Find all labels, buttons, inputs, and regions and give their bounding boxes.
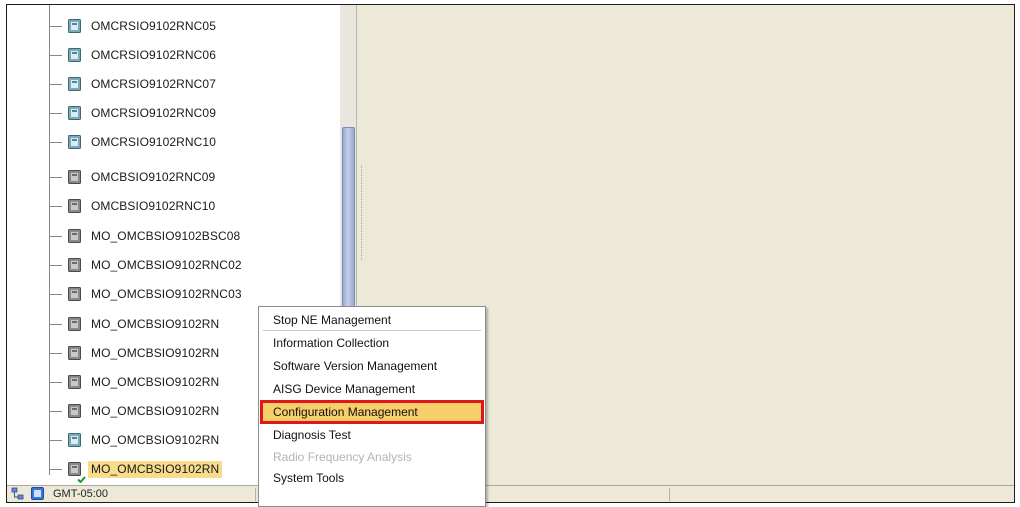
tree-branch-line: [49, 142, 62, 143]
tree-node-row[interactable]: MO_OMCBSIO9102BSC08: [7, 223, 337, 249]
status-separator: [255, 488, 256, 501]
tree-node-label[interactable]: OMCRSIO9102RNC05: [88, 18, 219, 35]
tree-node-row[interactable]: OMCRSIO9102RNC06: [7, 42, 337, 68]
application-window: OMCRSIO9102RNC05 OMCRSIO9102RNC06 OMCRSIO9…: [6, 4, 1015, 503]
menu-separator: [263, 330, 481, 331]
tree-branch-line: [49, 382, 62, 383]
tree-branch-line: [49, 294, 62, 295]
tree-node-label[interactable]: MO_OMCBSIO9102RN: [88, 374, 222, 391]
tree-node-label[interactable]: OMCRSIO9102RNC07: [88, 76, 219, 93]
tree-node-label[interactable]: MO_OMCBSIO9102BSC08: [88, 228, 243, 245]
tree-branch-line: [49, 206, 62, 207]
tree-node-label[interactable]: MO_OMCBSIO9102RN: [88, 316, 222, 333]
ne-node-icon: [68, 258, 81, 272]
tree-node-label[interactable]: MO_OMCBSIO9102RNC03: [88, 286, 245, 303]
tree-branch-line: [49, 177, 62, 178]
tree-branch-line: [49, 113, 62, 114]
tree-branch-line: [49, 324, 62, 325]
status-separator: [669, 488, 670, 501]
tree-node-label[interactable]: OMCRSIO9102RNC09: [88, 105, 219, 122]
tree-node-row[interactable]: MO_OMCBSIO9102RNC02: [7, 252, 337, 278]
rnc-node-icon: [68, 135, 81, 149]
tree-branch-line: [49, 84, 62, 85]
ne-node-icon: [68, 229, 81, 243]
tree-node-label[interactable]: MO_OMCBSIO9102RN: [88, 403, 222, 420]
ne-node-icon: [68, 287, 81, 301]
menu-item-software-version-management[interactable]: Software Version Management: [261, 355, 483, 377]
tree-branch-line: [49, 411, 62, 412]
tree-node-row[interactable]: OMCRSIO9102RNC10: [7, 129, 337, 155]
ne-node-icon: [68, 199, 81, 213]
menu-item-diagnosis-test[interactable]: Diagnosis Test: [261, 424, 483, 446]
context-menu: Stop NE Management Information Collection…: [258, 306, 486, 507]
rnc-node-icon: [68, 433, 81, 447]
tree-node-row[interactable]: OMCRSIO9102RNC09: [7, 100, 337, 126]
menu-item-information-collection[interactable]: Information Collection: [261, 332, 483, 354]
ne-node-icon: [68, 404, 81, 418]
menu-item-stop-ne-management[interactable]: Stop NE Management: [261, 309, 483, 331]
rnc-node-icon: [68, 106, 81, 120]
tree-node-row[interactable]: OMCRSIO9102RNC07: [7, 71, 337, 97]
menu-item-configuration-management[interactable]: Configuration Management: [260, 400, 484, 424]
ne-node-icon: [68, 375, 81, 389]
tree-node-row[interactable]: OMCBSIO9102RNC10: [7, 193, 337, 219]
rnc-node-icon: [68, 19, 81, 33]
tree-branch-line: [49, 353, 62, 354]
ne-node-icon: [68, 170, 81, 184]
splitter-grip[interactable]: [361, 165, 362, 260]
status-bar: GMT-05:00: [7, 485, 1014, 502]
tree-node-label[interactable]: OMCRSIO9102RNC10: [88, 134, 219, 151]
tree-node-label[interactable]: OMCBSIO9102RNC09: [88, 169, 218, 186]
rnc-node-icon: [68, 77, 81, 91]
status-check-icon: [77, 472, 86, 484]
tree-node-row[interactable]: OMCRSIO9102RNC05: [7, 13, 337, 39]
tree-node-label[interactable]: OMCRSIO9102RNC06: [88, 47, 219, 64]
tree-branch-line: [49, 440, 62, 441]
tree-branch-line: [49, 55, 62, 56]
tree-node-label[interactable]: MO_OMCBSIO9102RN: [88, 345, 222, 362]
timezone-label: GMT-05:00: [53, 488, 109, 500]
tree-node-row[interactable]: OMCBSIO9102RNC09: [7, 164, 337, 190]
tree-branch-line: [49, 469, 62, 470]
tree-node-row[interactable]: MO_OMCBSIO9102RNC03: [7, 281, 337, 307]
tree-branch-line: [49, 265, 62, 266]
tree-branch-line: [49, 236, 62, 237]
menu-item-radio-frequency-analysis: Radio Frequency Analysis: [273, 450, 412, 464]
tree-node-label[interactable]: MO_OMCBSIO9102RN: [88, 432, 222, 449]
ne-node-icon: [68, 346, 81, 360]
network-icon[interactable]: [11, 487, 24, 500]
menu-item-system-tools[interactable]: System Tools: [261, 467, 483, 489]
tree-node-label[interactable]: MO_OMCBSIO9102RN: [88, 461, 223, 478]
tree-node-label[interactable]: MO_OMCBSIO9102RNC02: [88, 257, 245, 274]
tree-node-label[interactable]: OMCBSIO9102RNC10: [88, 198, 218, 215]
menu-item-aisg-device-management[interactable]: AISG Device Management: [261, 378, 483, 400]
status-icon[interactable]: [31, 487, 44, 500]
ne-node-icon: [68, 317, 81, 331]
rnc-node-icon: [68, 48, 81, 62]
tree-branch-line: [49, 26, 62, 27]
